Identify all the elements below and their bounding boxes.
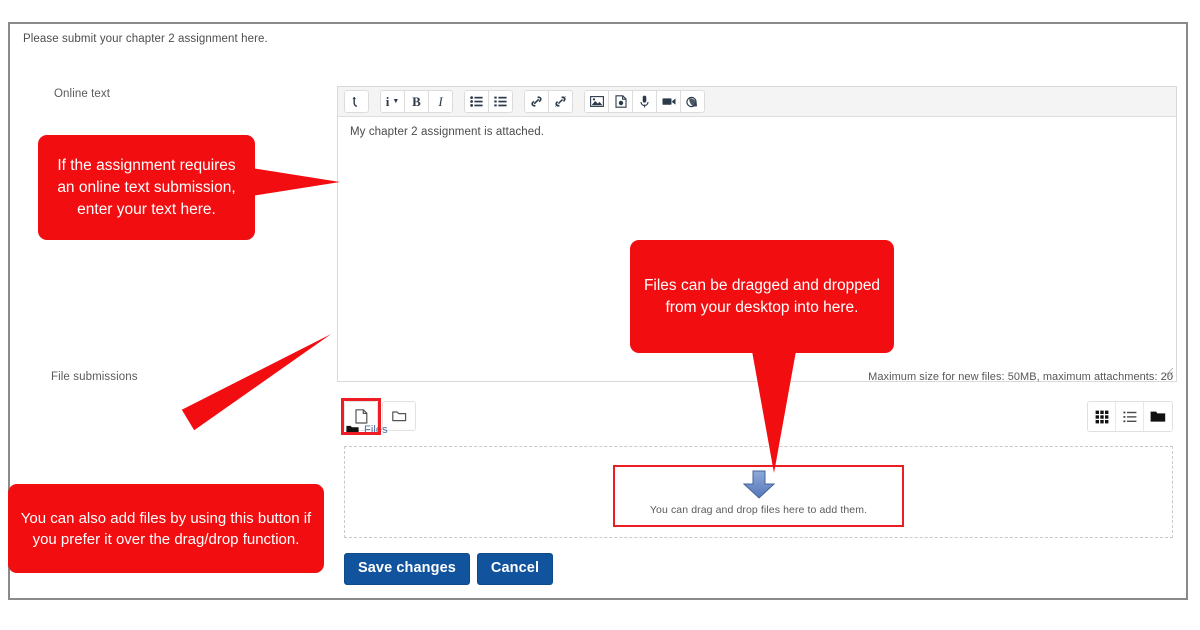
callout-drag-drop-tail	[752, 351, 796, 473]
toolbar-group-lists	[464, 90, 513, 113]
add-file-highlight-box	[341, 398, 381, 435]
callout-add-files-label: You can also add files by using this but…	[18, 508, 314, 550]
form-action-buttons: Save changes Cancel	[344, 553, 553, 585]
unlink-icon[interactable]	[548, 90, 573, 113]
ordered-list-icon[interactable]	[488, 90, 513, 113]
callout-drag-drop-label: Files can be dragged and dropped from yo…	[640, 275, 884, 319]
filemanager-view-buttons	[1087, 401, 1173, 432]
online-text-label: Online text	[54, 88, 110, 100]
folder-tree-icon	[1150, 410, 1166, 423]
view-list-button[interactable]	[1116, 402, 1144, 431]
record-audio-icon[interactable]	[632, 90, 657, 113]
cancel-button[interactable]: Cancel	[477, 553, 553, 585]
toolbar-group-style: i ▼ B I	[380, 90, 453, 113]
toolbar-group-media	[584, 90, 705, 113]
folder-icon	[392, 410, 407, 422]
download-arrow-icon	[740, 470, 778, 500]
callout-add-files: You can also add files by using this but…	[8, 484, 324, 573]
editor-content: My chapter 2 assignment is attached.	[350, 126, 1164, 138]
dropzone-highlight-box: You can drag and drop files here to add …	[613, 465, 904, 527]
image-icon[interactable]	[584, 90, 609, 113]
unordered-list-icon[interactable]	[464, 90, 489, 113]
view-tree-button[interactable]	[1144, 402, 1172, 431]
record-video-icon[interactable]	[656, 90, 681, 113]
bold-icon[interactable]: B	[404, 90, 429, 113]
callout-online-text: If the assignment requires an online tex…	[38, 135, 255, 240]
editor-toolbar: i ▼ B I	[337, 86, 1177, 117]
manage-files-icon[interactable]	[608, 90, 633, 113]
callout-online-text-tail	[252, 168, 340, 196]
file-submissions-label: File submissions	[51, 371, 138, 383]
callout-online-text-label: If the assignment requires an online tex…	[48, 155, 245, 221]
max-size-info: Maximum size for new files: 50MB, maximu…	[868, 371, 1173, 383]
toolbar-group-undo	[344, 90, 369, 113]
grid-icon	[1095, 410, 1109, 424]
callout-drag-drop: Files can be dragged and dropped from yo…	[630, 240, 894, 353]
undo-icon[interactable]	[344, 90, 369, 113]
list-icon	[1123, 411, 1137, 423]
view-grid-button[interactable]	[1088, 402, 1116, 431]
dropzone-message: You can drag and drop files here to add …	[650, 504, 867, 516]
paragraph-style-icon[interactable]: i ▼	[380, 90, 405, 113]
intro-text: Please submit your chapter 2 assignment …	[23, 33, 268, 45]
italic-icon[interactable]: I	[428, 90, 453, 113]
link-icon[interactable]	[524, 90, 549, 113]
equation-icon[interactable]	[680, 90, 705, 113]
save-changes-button[interactable]: Save changes	[344, 553, 470, 585]
toolbar-group-link	[524, 90, 573, 113]
